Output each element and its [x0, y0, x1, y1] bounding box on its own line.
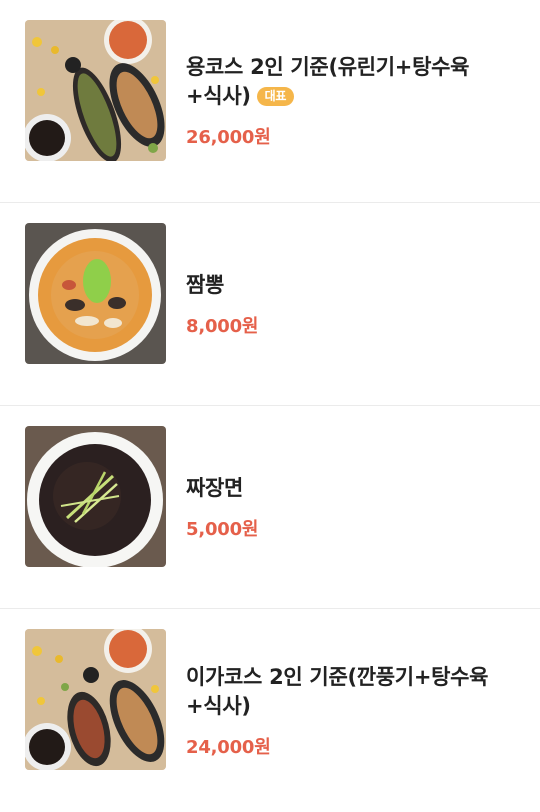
menu-item-info: 짜장면 5,000원 [186, 406, 520, 608]
menu-item-price: 26,000원 [186, 127, 271, 148]
menu-item-info: 짬뽕 8,000원 [186, 203, 520, 405]
menu-item[interactable]: 짬뽕 8,000원 [0, 203, 540, 406]
representative-badge: 대표 [256, 87, 295, 106]
menu-item[interactable]: 용코스 2인 기준(유린기+탕수육+식사) 대표 26,000원 [0, 0, 540, 203]
course-dishes-image [25, 629, 166, 770]
menu-item-info: 용코스 2인 기준(유린기+탕수육+식사) 대표 26,000원 [186, 0, 520, 202]
menu-list: 용코스 2인 기준(유린기+탕수육+식사) 대표 26,000원 짬뽕 8,000… [0, 0, 540, 812]
menu-item-photo [25, 20, 166, 161]
jajangmyeon-image [25, 426, 166, 567]
menu-item-name: 짬뽕 [186, 272, 225, 297]
menu-item-info: 이가코스 2인 기준(깐풍기+탕수육+식사) 24,000원 [186, 609, 520, 812]
menu-item-photo [25, 629, 166, 770]
menu-item[interactable]: 이가코스 2인 기준(깐풍기+탕수육+식사) 24,000원 [0, 609, 540, 812]
menu-item-photo [25, 223, 166, 364]
course-dishes-image [25, 20, 166, 161]
menu-item-price: 5,000원 [186, 518, 259, 540]
menu-item-price: 24,000원 [186, 736, 271, 758]
menu-item-name-text: 용코스 2인 기준(유린기+탕수육+식사) [186, 55, 470, 108]
menu-item-price: 8,000원 [186, 315, 259, 337]
menu-item-name: 짜장면 [186, 475, 244, 500]
menu-item-photo [25, 426, 166, 567]
menu-item-name: 이가코스 2인 기준(깐풍기+탕수육+식사) [186, 664, 489, 718]
menu-item-name: 용코스 2인 기준(유린기+탕수육+식사) 대표 [186, 53, 520, 111]
menu-item[interactable]: 짜장면 5,000원 [0, 406, 540, 609]
jjamppong-image [25, 223, 166, 364]
